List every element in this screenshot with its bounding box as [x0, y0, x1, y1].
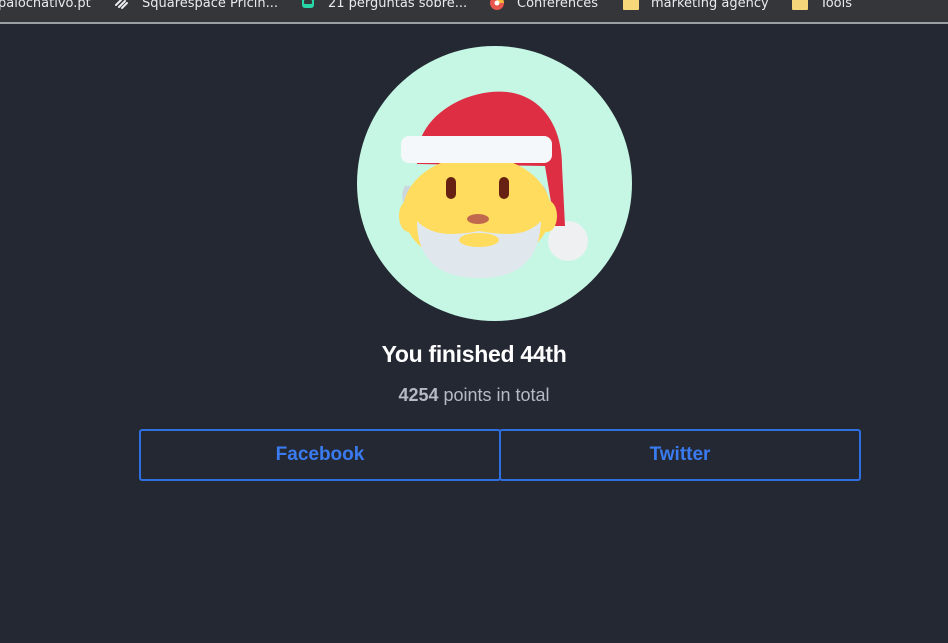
santa-claus-icon [399, 91, 588, 278]
bookmark-conferences[interactable]: Conferences [489, 0, 598, 14]
conference-icon [489, 0, 505, 10]
bot-icon [300, 0, 316, 10]
bookmark-label: Tools [820, 0, 853, 11]
bookmark-label: marketing agency [651, 0, 769, 11]
bookmark-label: 21 perguntas sobre... [328, 0, 468, 11]
bookmarks-bar: palochativo.pt Squarespace Pricin... 21 … [0, 0, 948, 24]
bookmark-squarespace[interactable]: Squarespace Pricin... [114, 0, 278, 14]
finish-position-heading: You finished 44th [381, 341, 567, 367]
folder-icon [623, 0, 639, 10]
bookmark-marketing-agency[interactable]: marketing agency [623, 0, 769, 14]
results-panel: You finished 44th 4254 points in total F… [0, 24, 948, 643]
points-value: 4254 [398, 385, 439, 405]
points-summary: 4254 points in total [0, 385, 948, 406]
bookmark-tools[interactable]: Tools [792, 0, 852, 14]
squarespace-icon [114, 0, 130, 10]
share-facebook-button[interactable]: Facebook [139, 429, 501, 481]
avatar [357, 46, 632, 321]
bookmark-palochativo[interactable]: palochativo.pt [0, 0, 91, 14]
folder-icon [792, 0, 808, 10]
bookmark-label: palochativo.pt [0, 0, 91, 11]
bookmark-label: Squarespace Pricin... [142, 0, 278, 11]
bookmark-label: Conferences [517, 0, 599, 11]
share-twitter-button[interactable]: Twitter [499, 429, 861, 481]
bookmark-21-perguntas[interactable]: 21 perguntas sobre... [300, 0, 467, 14]
points-suffix: points in total [438, 385, 550, 405]
